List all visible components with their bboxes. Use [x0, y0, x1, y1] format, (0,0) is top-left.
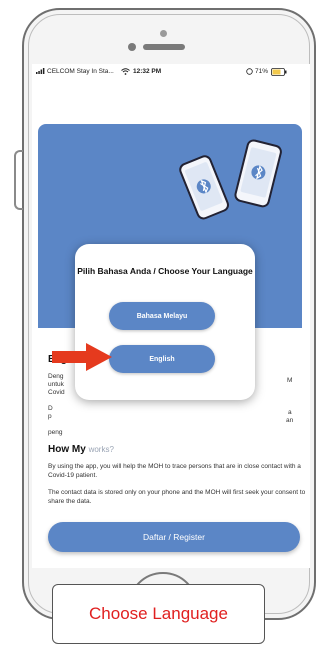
body-text: p: [48, 413, 52, 420]
body-text: a: [288, 409, 292, 416]
body-text: D: [48, 405, 53, 412]
signal-icon: [36, 68, 45, 76]
body-text: M: [287, 377, 293, 384]
caption-label: Choose Language: [52, 584, 265, 644]
battery-icon: [271, 68, 287, 78]
how-it-works-heading: How My works?: [48, 444, 114, 455]
carrier-name: CELCOM Stay In Sta...: [47, 68, 114, 75]
alarm-icon: [246, 68, 253, 77]
status-time: 12:32 PM: [133, 68, 162, 75]
body-text: untuk: [48, 381, 64, 388]
how-heading-tail: works?: [88, 445, 114, 454]
phone-camera: [128, 43, 136, 51]
arrow-right-icon: [52, 343, 112, 371]
bahasa-melayu-button[interactable]: Bahasa Melayu: [109, 302, 215, 330]
battery-percent: 71%: [255, 68, 269, 75]
phone-speaker: [143, 44, 185, 50]
info-paragraph: By using the app, you will help the MOH …: [48, 463, 301, 479]
phones-bluetooth-icon: [179, 139, 282, 220]
body-text: Deng: [48, 373, 64, 380]
body-text: an: [286, 417, 294, 424]
body-text: peng: [48, 429, 63, 436]
status-bar: CELCOM Stay In Sta... 12:32 PM 71%: [32, 64, 310, 80]
register-button[interactable]: Daftar / Register: [48, 522, 300, 552]
language-dialog: Pilih Bahasa Anda / Choose Your Language…: [75, 244, 255, 400]
dialog-title: Pilih Bahasa Anda / Choose Your Language: [77, 266, 253, 276]
how-heading-text: How My: [48, 444, 86, 455]
phone-side-button: [14, 150, 23, 210]
english-button[interactable]: English: [109, 345, 215, 373]
body-text: Covid: [48, 389, 65, 396]
wifi-icon: [121, 68, 130, 77]
info-paragraph: The contact data is stored only on your …: [48, 489, 306, 505]
phone-sensor: [160, 30, 167, 37]
